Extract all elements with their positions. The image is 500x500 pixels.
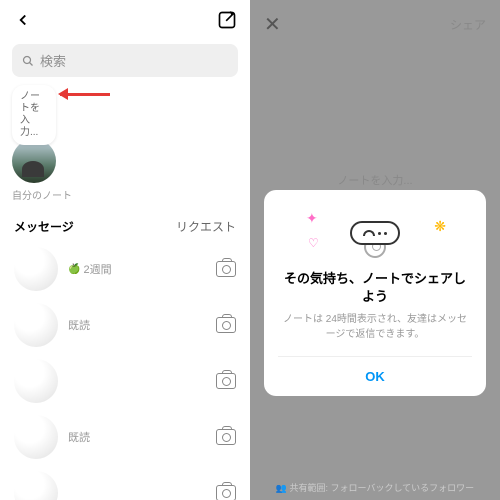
tabs: メッセージ リクエスト [0,210,250,241]
sparkle-icon: ✦ [306,210,318,227]
ok-button[interactable]: OK [278,356,472,396]
avatar [14,247,58,291]
camera-icon[interactable] [216,317,236,333]
tab-messages[interactable]: メッセージ [14,218,74,235]
header: ✕ シェア [250,0,500,49]
camera-icon[interactable] [216,429,236,445]
sparkle-icon: ❋ [434,218,446,235]
status-text: 既読 [68,317,90,333]
share-button[interactable]: シェア [450,16,486,33]
list-item[interactable]: 🍏2週間 [0,241,250,297]
list-item[interactable] [0,353,250,409]
search-input[interactable]: 検索 [12,44,238,77]
list-item[interactable]: 既読 [0,409,250,465]
modal-title: その気持ち、ノートでシェアしよう [278,270,472,306]
compose-icon[interactable] [216,9,238,31]
intro-modal: ✦ ❋ ♡ その気持ち、ノートでシェアしよう ノートは 24時間表示され、友達は… [264,190,486,396]
heart-icon: ♡ [308,236,319,250]
camera-icon[interactable] [216,373,236,389]
my-note-label: 自分のノート [12,187,238,202]
note-placeholder: ノートを入力... [250,172,500,188]
conversation-list: 🍏2週間 既読 既読 既読 [0,241,250,500]
dm-inbox-panel: 検索 ノートを入力... 自分のノート メッセージ リクエスト 🍏2週間 既読 … [0,0,250,500]
note-compose-panel: ✕ シェア ノートを入力... ✦ ❋ ♡ その気持ち、ノートでシェアしよう ノ… [250,0,500,500]
audience-text: 共有範囲: フォローバックしているフォロワー [290,483,475,493]
camera-icon[interactable] [216,485,236,500]
header [0,0,250,40]
my-avatar[interactable] [12,139,56,183]
audience-footer: 👥 共有範囲: フォローバックしているフォロワー [250,481,500,494]
avatar [14,415,58,459]
speech-bubble-icon [350,221,400,245]
back-icon[interactable] [12,9,34,31]
apple-icon: 🍏 [68,264,80,275]
avatar [14,471,58,500]
note-input-bubble[interactable]: ノートを入力... [12,85,56,145]
avatar [14,359,58,403]
close-icon[interactable]: ✕ [264,12,281,37]
modal-illustration: ✦ ❋ ♡ [278,208,472,258]
search-placeholder: 検索 [40,51,66,70]
camera-icon[interactable] [216,261,236,277]
modal-subtitle: ノートは 24時間表示され、友達はメッセージで返信できます。 [278,312,472,342]
avatar [14,303,58,347]
status-text: 2週間 [83,261,111,277]
search-icon [22,55,34,67]
list-item[interactable] [0,465,250,500]
tutorial-arrow [60,93,110,96]
tab-requests[interactable]: リクエスト [176,218,236,235]
status-text: 既読 [68,429,90,445]
list-item[interactable]: 既読 [0,297,250,353]
notes-section: ノートを入力... 自分のノート [0,81,250,210]
